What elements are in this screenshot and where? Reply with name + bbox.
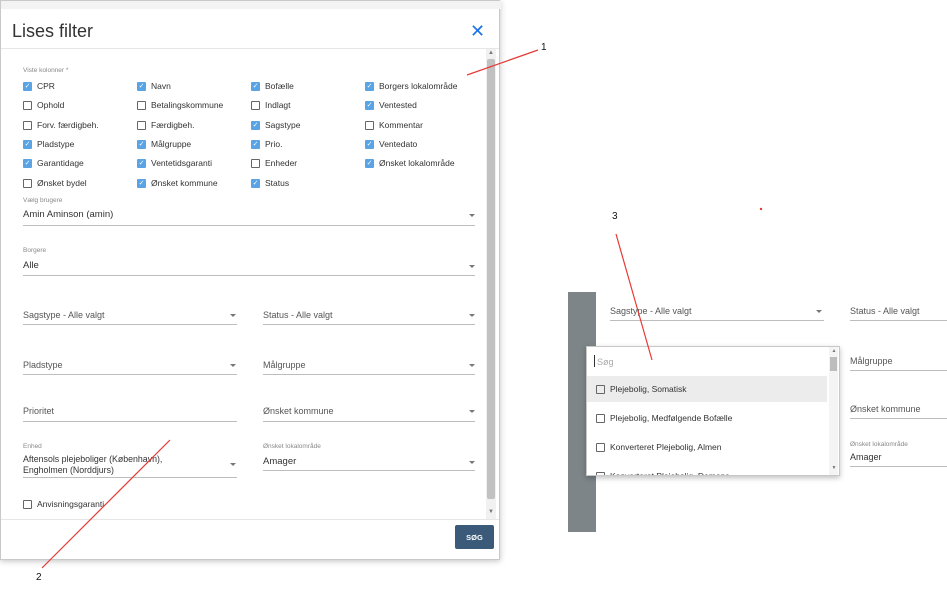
annotation-label-1: 1 bbox=[541, 42, 547, 53]
annotation-lines bbox=[41, 49, 763, 569]
annotation-line-2 bbox=[41, 439, 171, 569]
annotation-dot bbox=[759, 207, 763, 211]
annotation-label-3: 3 bbox=[612, 211, 618, 222]
annotation-label-2: 2 bbox=[36, 572, 42, 583]
annotation-line-3 bbox=[615, 233, 653, 361]
annotation-line-1 bbox=[466, 49, 539, 76]
